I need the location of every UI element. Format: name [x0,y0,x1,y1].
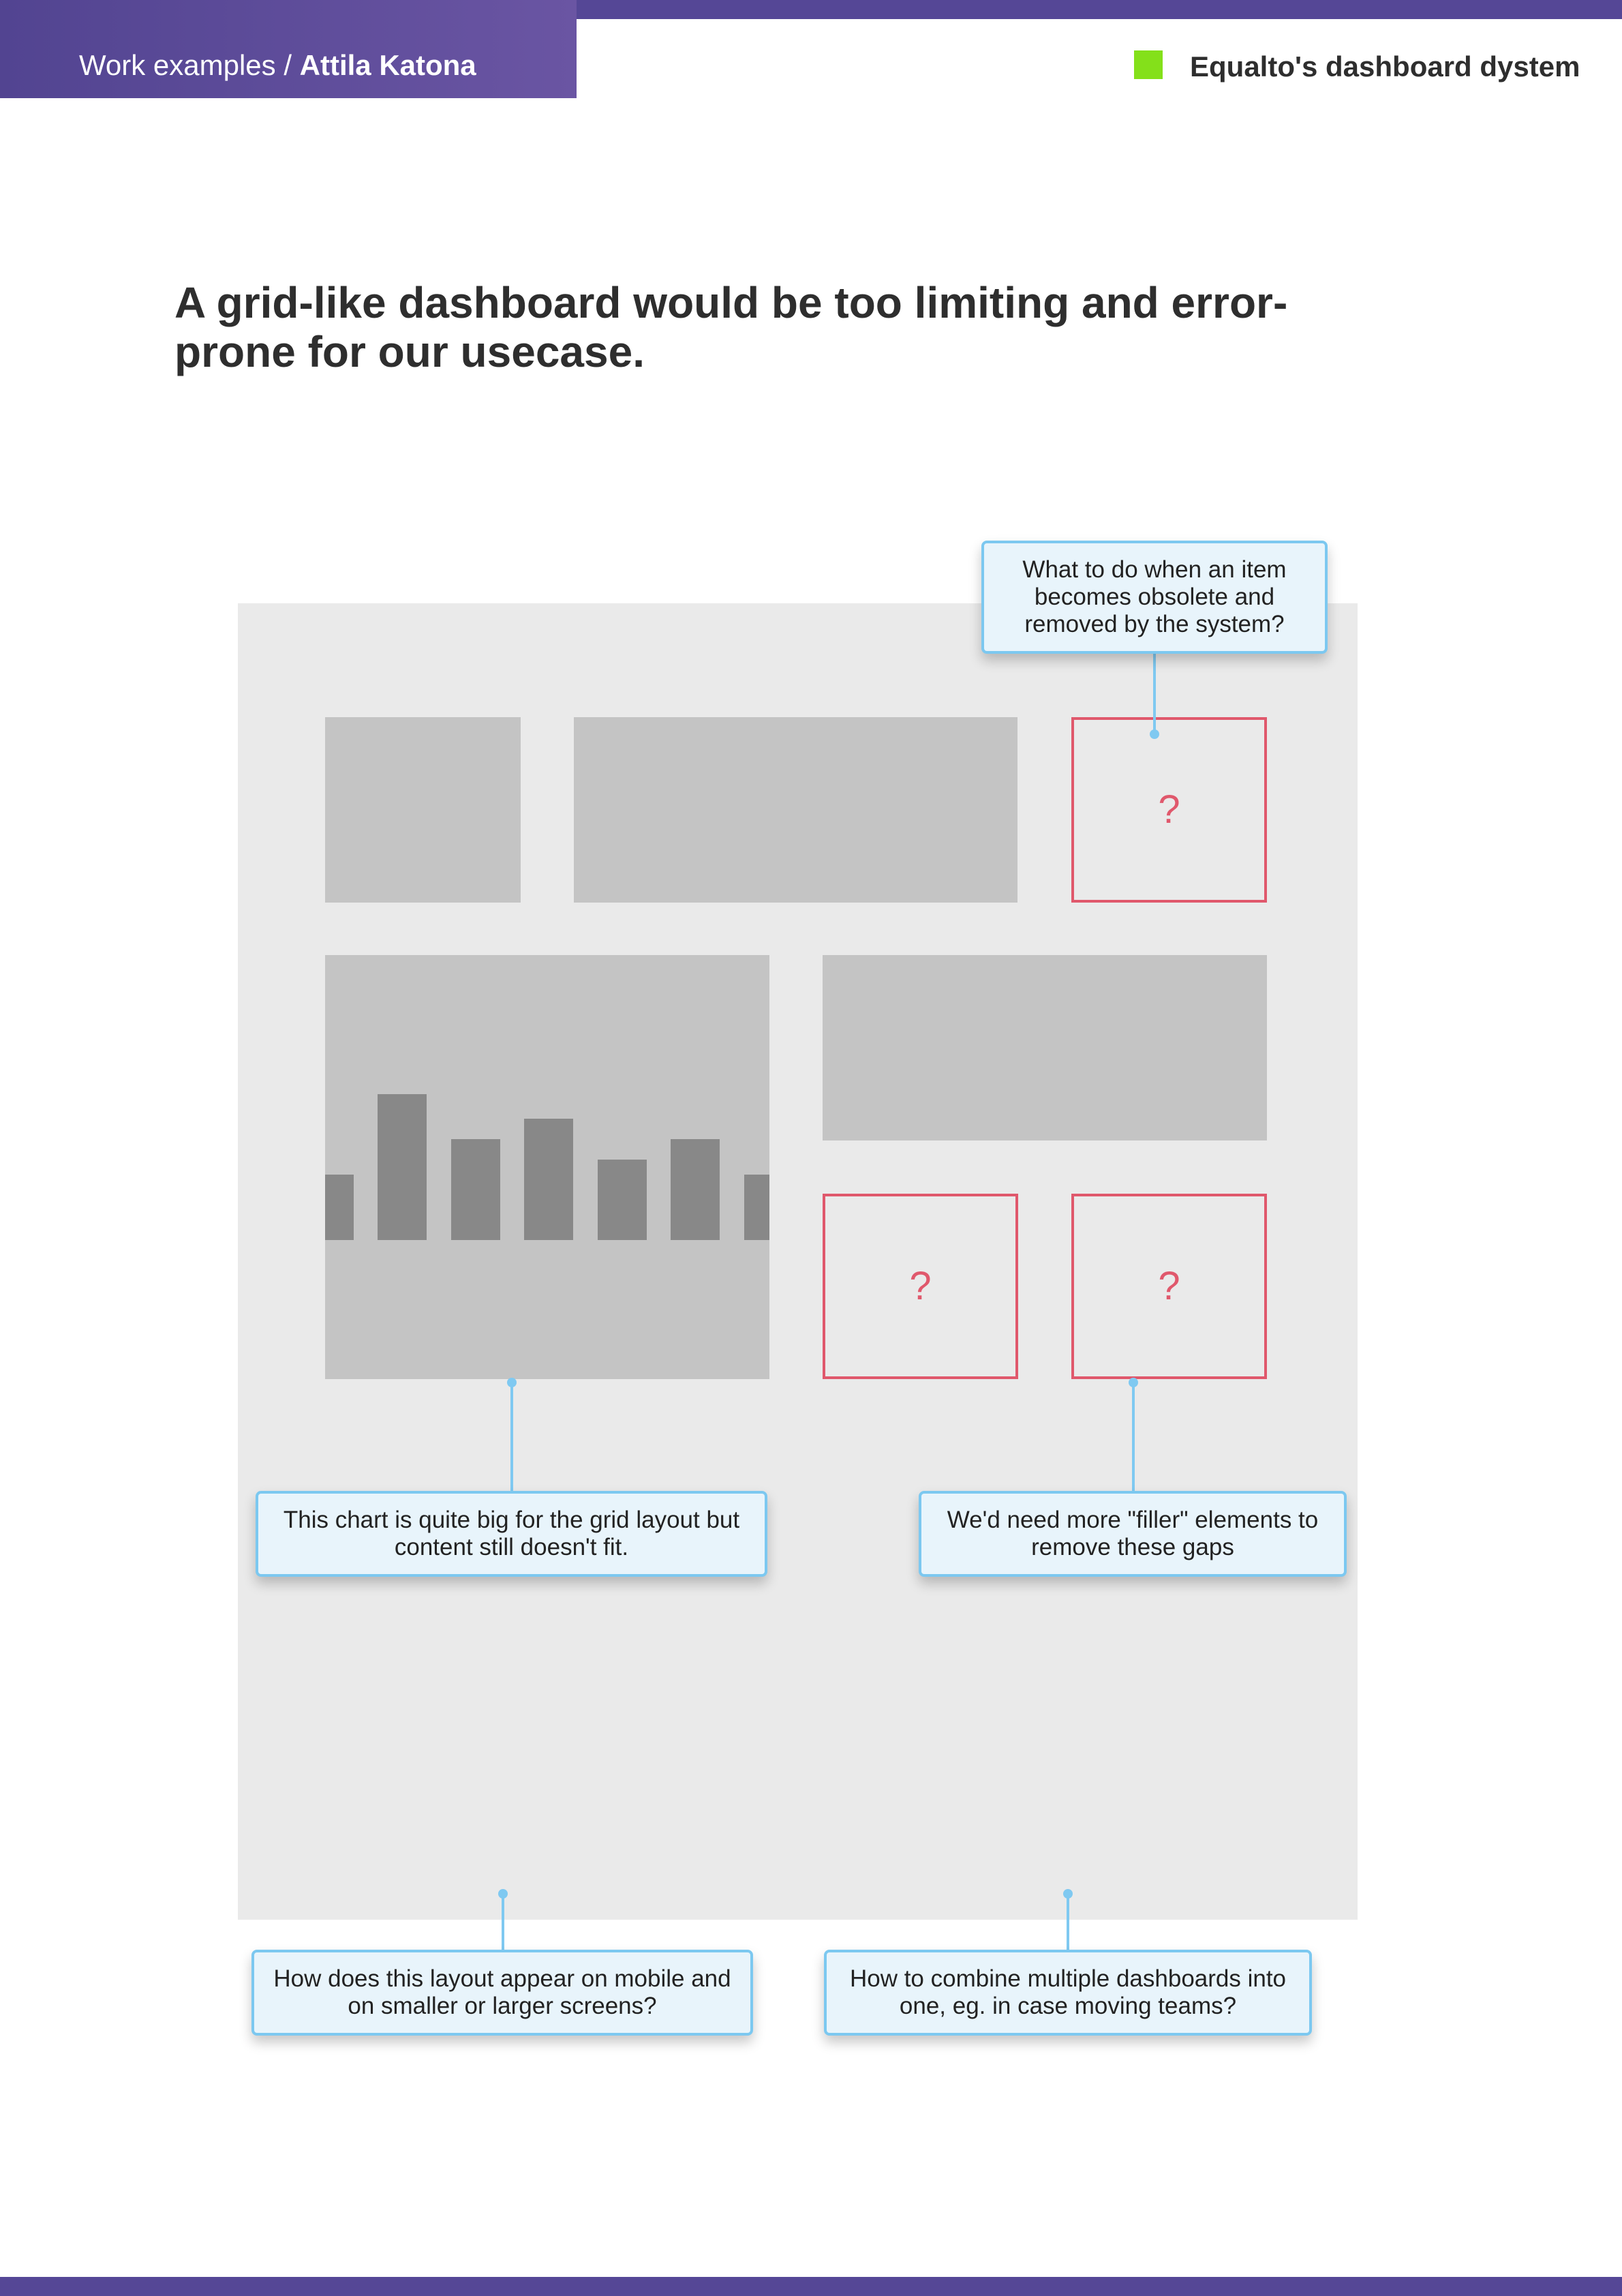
project-title: Equalto's dashboard dystem [1190,50,1580,82]
callout-mobile-layout: How does this layout appear on mobile an… [251,1950,753,2036]
connector-line [1067,1892,1069,1952]
chart-bar [671,1139,720,1240]
breadcrumb: Work examples / Attila Katona [79,46,476,85]
connector-line [1153,653,1156,734]
chart-bar [524,1119,573,1240]
chart-bar [598,1160,647,1240]
green-square-icon [1134,50,1163,79]
connector-line [510,1381,513,1493]
question-mark: ? [1158,1264,1180,1308]
dashboard-tile-wide-right [823,955,1267,1141]
missing-tile-bottom-right: ? [1071,1194,1267,1379]
callout-chart-too-big: This chart is quite big for the grid lay… [256,1491,767,1577]
dashboard-tile-wide [574,717,1017,903]
bottom-accent-bar [0,2277,1622,2296]
dashboard-tile-small [325,717,521,903]
question-mark: ? [909,1264,932,1308]
missing-tile-top-right: ? [1071,717,1267,903]
connector-line [502,1892,504,1952]
breadcrumb-prefix: Work examples / [79,49,300,81]
chart-bar [451,1139,500,1240]
author-name: Attila Katona [299,49,476,81]
chart-bar [744,1175,769,1240]
chart-tile [325,955,769,1379]
question-mark: ? [1158,787,1180,832]
chart-bar [378,1094,427,1240]
page-heading: A grid-like dashboard would be too limit… [174,278,1288,376]
callout-obsolete-item: What to do when an item becomes obsolete… [981,541,1328,654]
callout-combine-dashboards: How to combine multiple dashboards into … [824,1950,1312,2036]
connector-dot [1150,729,1159,739]
connector-line [1132,1381,1135,1493]
callout-filler-elements: We'd need more "filler" elements to remo… [919,1491,1347,1577]
chart-bar [325,1175,354,1240]
missing-tile-bottom-left: ? [823,1194,1018,1379]
